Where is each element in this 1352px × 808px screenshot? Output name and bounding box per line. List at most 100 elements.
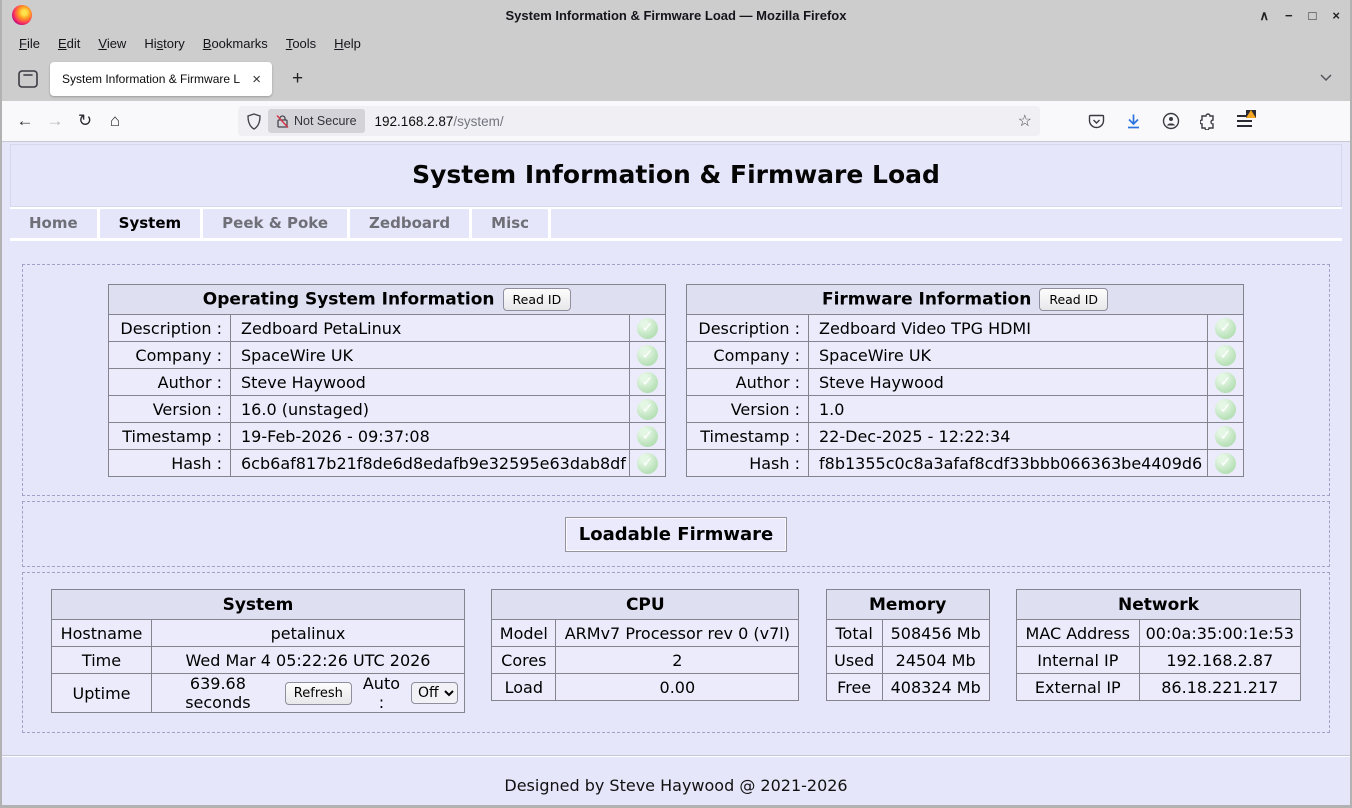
bookmark-star-icon[interactable]: ☆: [1018, 111, 1032, 131]
table-row: Version :16.0 (unstaged): [109, 396, 666, 423]
check-icon: [637, 345, 658, 366]
nav-tab-peek-poke[interactable]: Peek & Poke: [203, 209, 350, 238]
shield-icon[interactable]: [246, 113, 262, 130]
url-bar[interactable]: Not Secure 192.168.2.87/system/ ☆: [238, 106, 1040, 136]
footer-credit: Designed by Steve Haywood @ 2021-2026: [2, 776, 1350, 795]
check-icon: [637, 453, 658, 474]
close-button[interactable]: ×: [1332, 9, 1340, 22]
forward-icon[interactable]: →: [40, 111, 70, 131]
titlebar: System Information & Firmware Load — Moz…: [2, 0, 1350, 30]
firmware-read-id-button[interactable]: Read ID: [1039, 288, 1108, 311]
menu-file[interactable]: File: [10, 32, 49, 55]
table-row: ModelARMv7 Processor rev 0 (v7l): [492, 620, 799, 647]
minimize-button[interactable]: −: [1285, 9, 1293, 22]
table-row: Uptime 639.68 seconds Refresh Auto : Off: [52, 674, 465, 713]
url-host: 192.168.2.87: [375, 114, 454, 129]
downloads-icon[interactable]: [1125, 113, 1142, 130]
check-icon: [1215, 453, 1236, 474]
nav-tab-zedboard[interactable]: Zedboard: [350, 209, 472, 238]
check-icon: [637, 372, 658, 393]
table-row: Cores2: [492, 647, 799, 674]
browser-tab[interactable]: System Information & Firmware L ×: [50, 62, 272, 96]
check-icon: [637, 426, 658, 447]
table-row: Hostnamepetalinux: [52, 620, 465, 647]
nav-tab-home[interactable]: Home: [10, 209, 100, 238]
check-icon: [637, 318, 658, 339]
table-row: External IP86.18.221.217: [1016, 674, 1300, 701]
check-icon: [1215, 426, 1236, 447]
memory-table: Memory Total508456 Mb Used24504 Mb Free4…: [826, 589, 990, 701]
check-icon: [1215, 399, 1236, 420]
uptime-value: 639.68 seconds: [158, 674, 278, 712]
extensions-icon[interactable]: [1200, 113, 1217, 130]
page-title: System Information & Firmware Load: [11, 160, 1341, 189]
menubar: File Edit View History Bookmarks Tools H…: [2, 30, 1350, 57]
app-menu-icon[interactable]: [1237, 115, 1252, 126]
home-icon[interactable]: ⌂: [100, 111, 130, 131]
system-table: System Hostnamepetalinux TimeWed Mar 4 0…: [51, 589, 465, 713]
loadable-firmware-section: Loadable Firmware: [22, 501, 1330, 567]
system-table-title: System: [52, 590, 465, 620]
cpu-table-title: CPU: [492, 590, 799, 620]
menu-edit[interactable]: Edit: [49, 32, 89, 55]
firmware-info-table: Firmware Information Read ID Description …: [686, 284, 1244, 477]
table-row: Version :1.0: [687, 396, 1244, 423]
check-icon: [1215, 318, 1236, 339]
nav-tab-misc[interactable]: Misc: [472, 209, 551, 238]
os-info-table: Operating System InformationRead ID Desc…: [108, 284, 666, 477]
tab-title: System Information & Firmware L: [62, 72, 245, 86]
firefox-view-icon[interactable]: [14, 66, 42, 92]
refresh-button[interactable]: Refresh: [285, 682, 352, 705]
nav-tab-system[interactable]: System: [100, 209, 203, 238]
url-path: /system/: [453, 114, 503, 129]
reload-icon[interactable]: ↻: [70, 111, 100, 131]
back-icon[interactable]: ←: [10, 111, 40, 131]
check-icon: [1215, 372, 1236, 393]
list-all-tabs-icon[interactable]: [1318, 69, 1334, 85]
insecure-lock-icon: [276, 114, 289, 129]
browser-window: System Information & Firmware Load — Moz…: [0, 0, 1352, 808]
loadable-firmware-button[interactable]: Loadable Firmware: [565, 517, 788, 552]
table-row: Internal IP192.168.2.87: [1016, 647, 1300, 674]
table-row: Timestamp :22-Dec-2025 - 12:22:34: [687, 423, 1244, 450]
rollup-button[interactable]: ∧: [1259, 9, 1269, 22]
table-row: Description :Zedboard Video TPG HDMI: [687, 315, 1244, 342]
table-row: Hash :6cb6af817b21f8de6d8edafb9e32595e63…: [109, 450, 666, 477]
stats-section: System Hostnamepetalinux TimeWed Mar 4 0…: [22, 572, 1330, 733]
table-row: Author :Steve Haywood: [109, 369, 666, 396]
check-icon: [1215, 345, 1236, 366]
table-row: Free408324 Mb: [826, 674, 989, 701]
pocket-icon[interactable]: [1088, 113, 1105, 130]
table-row: Author :Steve Haywood: [687, 369, 1244, 396]
menu-history[interactable]: History: [135, 32, 193, 55]
table-row: Hash :f8b1355c0c8a3afaf8cdf33bbb066363be…: [687, 450, 1244, 477]
auto-refresh-select[interactable]: Off: [411, 682, 458, 704]
network-table: Network MAC Address00:0a:35:00:1e:53 Int…: [1016, 589, 1301, 701]
table-row: MAC Address00:0a:35:00:1e:53: [1016, 620, 1300, 647]
account-icon[interactable]: [1162, 112, 1180, 130]
maximize-button[interactable]: □: [1309, 9, 1317, 22]
table-row: Total508456 Mb: [826, 620, 989, 647]
info-section: Operating System Information Read ID Desc…: [22, 264, 1330, 496]
new-tab-button[interactable]: +: [286, 68, 309, 90]
menu-bookmarks[interactable]: Bookmarks: [194, 32, 277, 55]
table-row: Timestamp :19-Feb-2026 - 09:37:08: [109, 423, 666, 450]
table-row: Used24504 Mb: [826, 647, 989, 674]
tabbar: System Information & Firmware L × +: [2, 57, 1350, 101]
table-row: Load0.00: [492, 674, 799, 701]
page-header: System Information & Firmware Load: [10, 144, 1342, 207]
firmware-info-title: Firmware Information: [822, 290, 1031, 310]
cpu-table: CPU ModelARMv7 Processor rev 0 (v7l) Cor…: [491, 589, 799, 701]
footer-divider: [2, 755, 1350, 757]
tab-close-icon[interactable]: ×: [249, 71, 264, 88]
not-secure-badge[interactable]: Not Secure: [268, 109, 365, 133]
memory-table-title: Memory: [826, 590, 989, 620]
nav-toolbar: ← → ↻ ⌂ Not Secure 192.168.2.87/system/ …: [2, 101, 1350, 142]
os-info-title: Operating System Information: [203, 290, 495, 310]
menu-tools[interactable]: Tools: [277, 32, 325, 55]
menu-help[interactable]: Help: [325, 32, 370, 55]
page-content: System Information & Firmware Load Home …: [2, 142, 1350, 805]
os-read-id-button[interactable]: Read ID: [503, 288, 572, 311]
site-nav: Home System Peek & Poke Zedboard Misc: [10, 207, 1342, 241]
menu-view[interactable]: View: [89, 32, 135, 55]
